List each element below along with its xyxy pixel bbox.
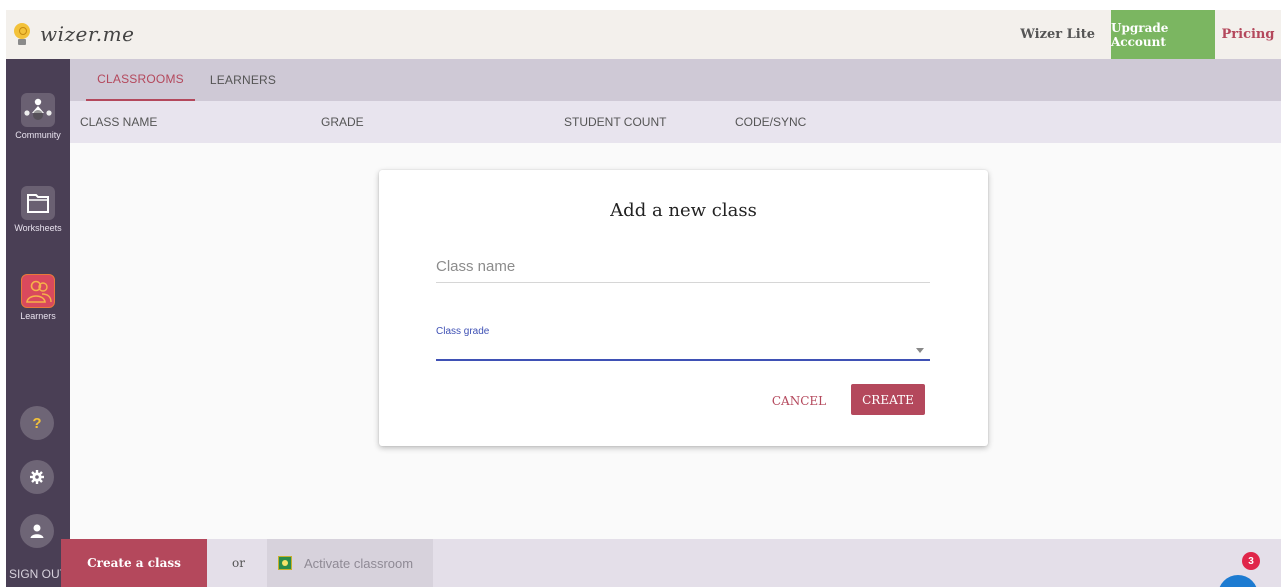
bottom-bar: Create a class or Activate classroom	[61, 539, 1281, 587]
sidebar-item-label: Learners	[20, 311, 56, 321]
class-name-input[interactable]	[436, 250, 930, 283]
lightbulb-icon	[12, 22, 32, 46]
class-grade-select[interactable]	[436, 340, 930, 361]
user-icon	[30, 524, 44, 538]
pricing-link[interactable]: Pricing	[1215, 27, 1281, 42]
table-header: CLASS NAME GRADE STUDENT COUNT CODE/SYNC	[70, 101, 1281, 143]
help-icon: ?	[32, 414, 42, 432]
settings-button[interactable]	[20, 460, 54, 494]
class-grade-label: Class grade	[436, 326, 490, 337]
caret-down-icon	[916, 348, 924, 353]
activate-classroom-button[interactable]: Activate classroom	[267, 539, 433, 587]
profile-button[interactable]	[20, 514, 54, 548]
upgrade-account-button[interactable]: Upgrade Account	[1111, 10, 1215, 59]
cancel-button[interactable]: CANCEL	[764, 386, 834, 415]
top-bar: wizer.me Wizer Lite Upgrade Account Pric…	[6, 10, 1281, 59]
create-button[interactable]: CREATE	[851, 384, 925, 415]
add-class-dialog: Add a new class Class grade CANCEL CREAT…	[379, 170, 988, 446]
sidebar-item-label: Worksheets	[14, 223, 62, 233]
brand-logo[interactable]: wizer.me	[12, 22, 134, 46]
tab-learners[interactable]: LEARNERS	[204, 59, 282, 101]
sidebar-item-learners[interactable]: Learners	[6, 274, 70, 321]
app-window: wizer.me Wizer Lite Upgrade Account Pric…	[6, 10, 1281, 587]
brand-name: wizer.me	[40, 22, 135, 46]
google-classroom-icon	[278, 556, 292, 570]
column-class-name[interactable]: CLASS NAME	[80, 115, 157, 129]
help-button[interactable]: ?	[20, 406, 54, 440]
folder-icon	[21, 186, 55, 220]
header-actions: Wizer Lite Upgrade Account Pricing	[1020, 10, 1281, 59]
chat-badge: 3	[1242, 552, 1260, 570]
dialog-title: Add a new class	[610, 200, 757, 221]
column-code-sync[interactable]: CODE/SYNC	[735, 115, 806, 129]
activate-classroom-label: Activate classroom	[304, 555, 414, 571]
sidebar-item-label: Community	[15, 130, 61, 140]
sidebar-item-community[interactable]: Community	[6, 93, 70, 140]
sidebar: Community Worksheets Learners ? SIGN OUT	[6, 59, 70, 587]
community-icon	[21, 93, 55, 127]
create-class-button[interactable]: Create a class	[61, 539, 207, 587]
column-student-count[interactable]: STUDENT COUNT	[564, 115, 666, 129]
tab-classrooms[interactable]: CLASSROOMS	[86, 59, 195, 101]
tab-bar: CLASSROOMS LEARNERS	[70, 59, 1281, 101]
column-grade[interactable]: GRADE	[321, 115, 364, 129]
plan-label[interactable]: Wizer Lite	[1020, 27, 1095, 42]
or-separator: or	[232, 556, 245, 570]
sidebar-item-worksheets[interactable]: Worksheets	[6, 186, 70, 233]
learners-icon	[21, 274, 55, 308]
gear-icon	[30, 470, 44, 484]
